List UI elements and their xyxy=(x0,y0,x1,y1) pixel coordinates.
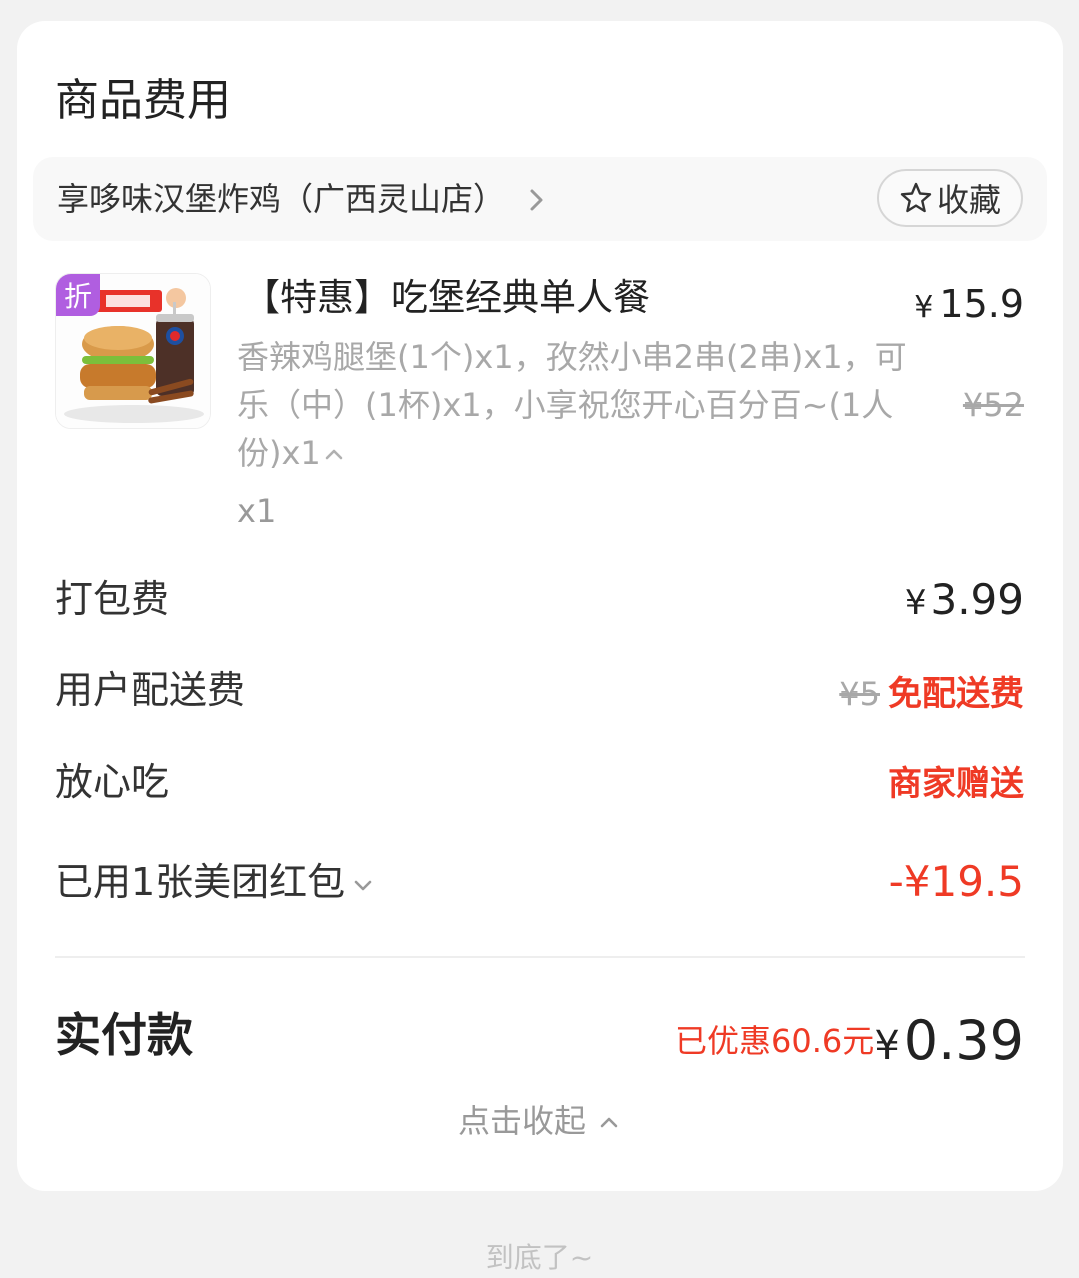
assurance-label: 放心吃 xyxy=(55,760,170,804)
collapse-toggle[interactable]: 点击收起 xyxy=(17,1099,1063,1143)
favorite-button[interactable]: 收藏 xyxy=(877,169,1023,227)
item-price-value: 15.9 xyxy=(939,282,1024,326)
order-fee-card: 商品费用 享哆味汉堡炸鸡（广西灵山店） 收藏 折 【特惠】吃堡经典单人餐 香辣鸡… xyxy=(17,21,1063,1191)
delivery-fee-value: ¥5 免配送费 xyxy=(839,667,1024,719)
chevron-up-icon[interactable] xyxy=(596,1114,622,1132)
item-image[interactable]: 折 xyxy=(55,273,211,429)
divider xyxy=(55,956,1025,958)
packing-fee-amount: 3.99 xyxy=(930,575,1024,624)
total-amount-value: 0.39 xyxy=(903,1009,1024,1072)
saved-amount: 已优惠60.6元 xyxy=(675,1022,875,1060)
total-amount: ¥0.39 xyxy=(874,1009,1024,1078)
total-label: 实付款 xyxy=(55,1008,193,1062)
packing-fee-value: ¥3.99 xyxy=(905,575,1024,628)
chevron-right-icon[interactable] xyxy=(522,185,552,215)
favorite-label: 收藏 xyxy=(936,181,1001,219)
section-title: 商品费用 xyxy=(55,75,231,126)
store-bar[interactable]: 享哆味汉堡炸鸡（广西灵山店） 收藏 xyxy=(33,157,1047,241)
item-quantity: x1 xyxy=(237,492,277,530)
star-icon xyxy=(900,182,932,213)
delivery-fee-original: ¥5 xyxy=(839,675,880,713)
currency-symbol: ¥ xyxy=(914,290,934,325)
end-of-list-note: 到底了~ xyxy=(485,1241,594,1274)
coupon-label[interactable]: 已用1张美团红包 xyxy=(55,860,345,904)
delivery-fee-label: 用户配送费 xyxy=(55,668,246,712)
store-name[interactable]: 享哆味汉堡炸鸡（广西灵山店） xyxy=(57,177,505,221)
free-delivery-text: 免配送费 xyxy=(888,674,1024,714)
coupon-discount-value: -¥19.5 xyxy=(888,857,1024,906)
item-title: 【特惠】吃堡经典单人餐 xyxy=(243,276,650,319)
assurance-value: 商家赠送 xyxy=(888,764,1024,804)
coupon-row[interactable]: 已用1张美团红包 xyxy=(55,857,375,907)
currency-symbol: ¥ xyxy=(874,1023,900,1069)
item-original-price: ¥52 xyxy=(962,386,1024,424)
item-price: ¥15.9 xyxy=(914,279,1024,333)
item-description[interactable]: 香辣鸡腿堡(1个)x1，孜然小串2串(2串)x1，可乐（中）(1杯)x1，小享祝… xyxy=(237,333,917,477)
collapse-label[interactable]: 点击收起 xyxy=(458,1102,586,1140)
currency-symbol: ¥ xyxy=(904,583,927,623)
packing-fee-label: 打包费 xyxy=(55,577,170,621)
chevron-up-icon[interactable] xyxy=(321,446,347,464)
discount-tag: 折 xyxy=(56,274,100,316)
chevron-down-icon[interactable] xyxy=(351,877,375,893)
